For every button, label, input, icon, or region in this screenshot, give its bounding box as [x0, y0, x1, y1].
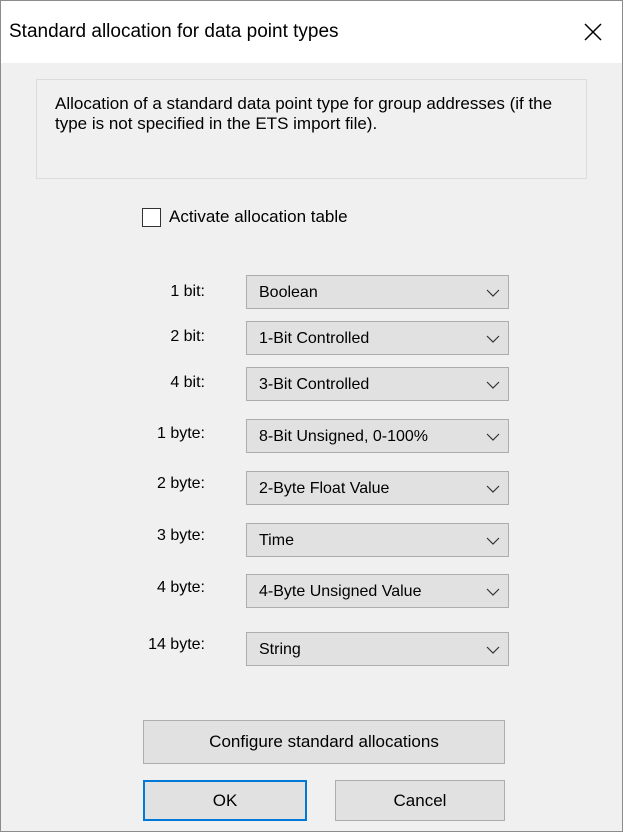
select-value: 2-Byte Float Value	[259, 480, 390, 497]
activate-allocation-checkbox[interactable]	[142, 207, 161, 227]
chevron-down-icon	[486, 335, 500, 343]
select-4-bit[interactable]: 3-Bit Controlled	[246, 367, 509, 401]
select-value: 8-Bit Unsigned, 0-100%	[259, 428, 428, 445]
select-value: Time	[259, 532, 294, 549]
select-4-byte[interactable]: 4-Byte Unsigned Value	[246, 574, 509, 608]
chevron-down-icon	[486, 588, 500, 596]
activate-allocation-row[interactable]: Activate allocation table	[142, 207, 348, 227]
select-2-byte[interactable]: 2-Byte Float Value	[246, 471, 509, 505]
chevron-down-icon	[486, 537, 500, 545]
configure-standard-allocations-button[interactable]: Configure standard allocations	[143, 720, 505, 764]
chevron-down-icon	[486, 646, 500, 654]
select-1-byte[interactable]: 8-Bit Unsigned, 0-100%	[246, 419, 509, 453]
info-text: Allocation of a standard data point type…	[55, 94, 553, 133]
select-2-bit[interactable]: 1-Bit Controlled	[246, 321, 509, 355]
info-panel: Allocation of a standard data point type…	[36, 79, 587, 179]
dialog-title: Standard allocation for data point types	[9, 21, 339, 42]
close-icon	[584, 23, 602, 41]
label-4-byte: 4 byte:	[156, 579, 205, 596]
close-button[interactable]	[564, 1, 622, 63]
label-4-bit: 4 bit:	[170, 374, 205, 391]
ok-button[interactable]: OK	[143, 780, 307, 821]
select-value: Boolean	[259, 284, 318, 301]
select-3-byte[interactable]: Time	[246, 523, 509, 557]
label-14-byte: 14 byte:	[148, 636, 205, 653]
select-value: String	[259, 641, 301, 658]
select-14-byte[interactable]: String	[246, 632, 509, 666]
label-3-byte: 3 byte:	[156, 527, 205, 544]
activate-allocation-label[interactable]: Activate allocation table	[169, 207, 348, 227]
select-1-bit[interactable]: Boolean	[246, 275, 509, 309]
label-2-byte: 2 byte:	[156, 475, 205, 492]
dialog-window: Standard allocation for data point types…	[0, 0, 623, 832]
select-value: 3-Bit Controlled	[259, 376, 370, 393]
label-1-bit: 1 bit:	[170, 283, 205, 300]
select-value: 1-Bit Controlled	[259, 330, 370, 347]
chevron-down-icon	[486, 433, 500, 441]
label-2-bit: 2 bit:	[170, 328, 205, 345]
chevron-down-icon	[486, 381, 500, 389]
title-bar: Standard allocation for data point types	[1, 1, 622, 63]
cancel-button[interactable]: Cancel	[335, 780, 505, 821]
chevron-down-icon	[486, 289, 500, 297]
select-value: 4-Byte Unsigned Value	[259, 583, 422, 600]
label-1-byte: 1 byte:	[156, 425, 205, 442]
chevron-down-icon	[486, 485, 500, 493]
